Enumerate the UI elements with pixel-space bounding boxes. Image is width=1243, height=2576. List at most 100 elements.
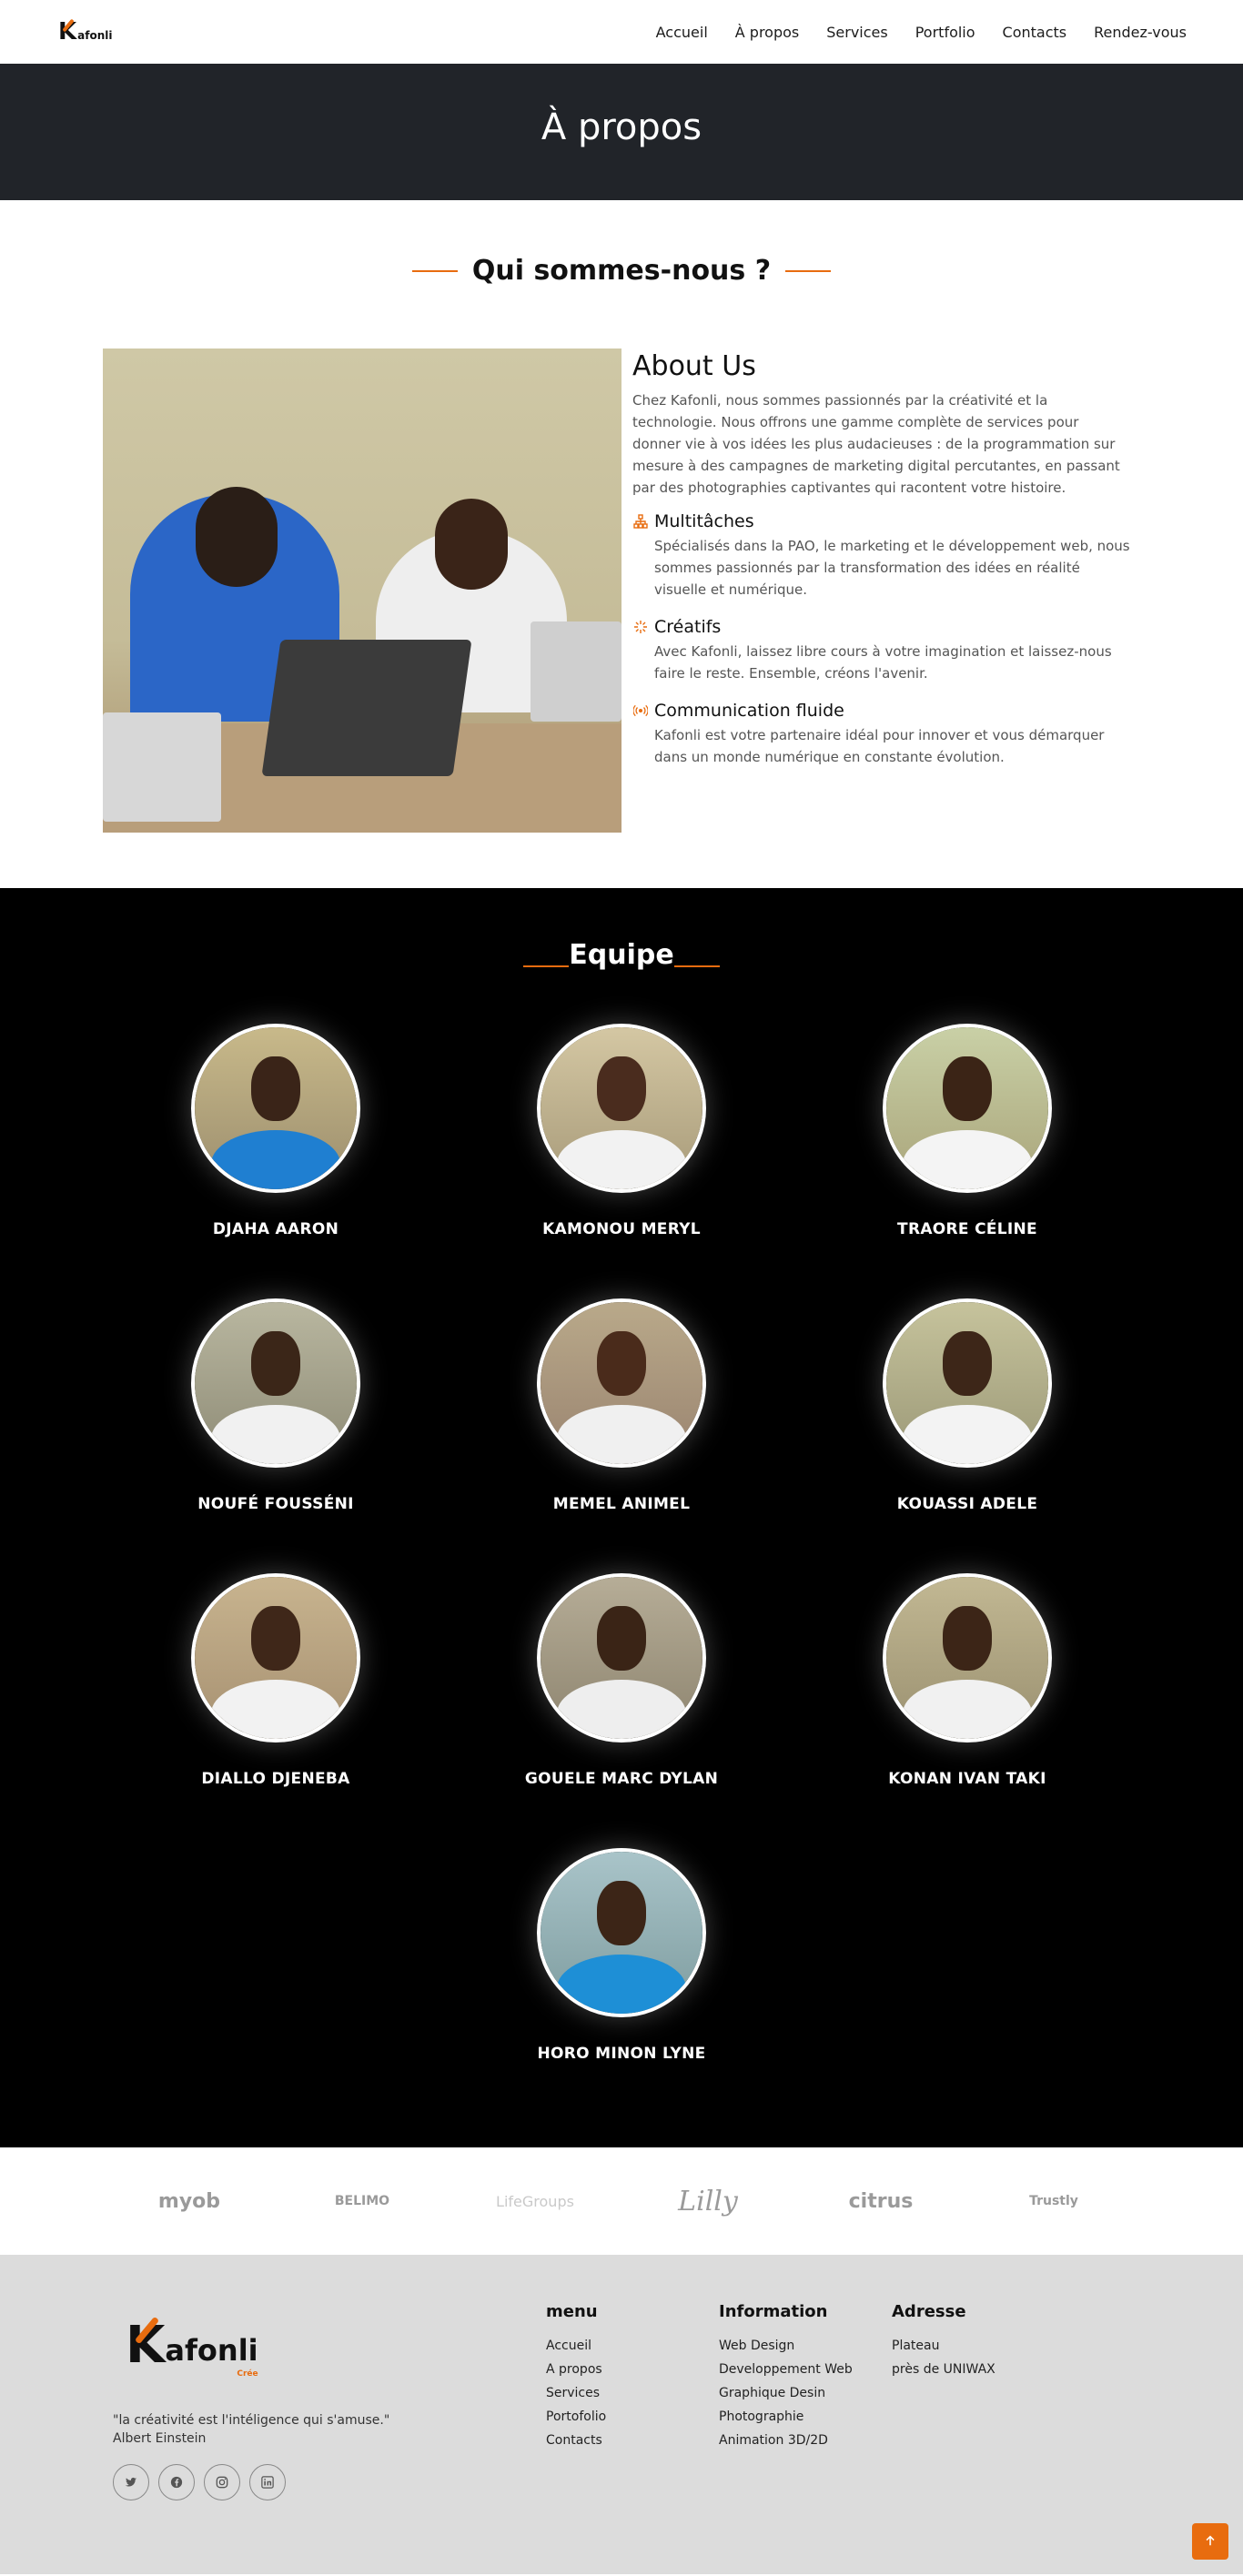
member-photo xyxy=(883,1024,1052,1193)
client-logo-citrus: citrus xyxy=(848,2189,914,2213)
about-section: Qui sommes-nous ? About Us Chez Kafonli,… xyxy=(0,200,1243,888)
back-to-top-button[interactable] xyxy=(1192,2523,1228,2560)
team-section-title: Equipe xyxy=(569,939,674,971)
main-nav: Accueil À propos Services Portfolio Cont… xyxy=(656,24,1187,41)
footer-logo[interactable]: K afonli Crée xyxy=(126,2316,546,2379)
about-photo xyxy=(103,349,622,833)
team-section-heading: Equipe xyxy=(0,939,1243,971)
footer-link-photographie[interactable]: Photographie xyxy=(719,2405,892,2429)
heading-line-left xyxy=(523,965,570,967)
nav-link-contacts[interactable]: Contacts xyxy=(1003,24,1067,41)
team-member-card: MEMEL ANIMEL xyxy=(449,1298,794,1573)
member-name: MEMEL ANIMEL xyxy=(552,1495,691,1513)
client-logo-myob: myob xyxy=(157,2189,221,2213)
footer-menu-title: menu xyxy=(546,2302,598,2321)
page-title: À propos xyxy=(541,106,702,148)
site-footer: K afonli Crée "la créativité est l'intéli… xyxy=(0,2255,1243,2574)
footer-link-accueil[interactable]: Accueil xyxy=(546,2334,719,2358)
footer-logo-letter: K xyxy=(126,2316,166,2375)
quote-text: "la créativité est l'intéligence qui s'a… xyxy=(113,2413,390,2428)
member-photo xyxy=(883,1298,1052,1468)
member-photo xyxy=(191,1298,360,1468)
team-grid: DJAHA AARON KAMONOU MERYL TRAORE CÉLINE … xyxy=(0,1024,1243,2123)
nav-link-a-propos[interactable]: À propos xyxy=(735,24,799,41)
about-section-title: Qui sommes-nous ? xyxy=(471,255,772,287)
page-hero: À propos xyxy=(0,64,1243,200)
member-name: GOUELE MARC DYLAN xyxy=(524,1770,719,1788)
footer-menu-column: menu Accueil A propos Services Portofoli… xyxy=(546,2255,719,2574)
nav-link-portfolio[interactable]: Portfolio xyxy=(915,24,975,41)
about-heading: About Us xyxy=(632,350,756,382)
footer-info-title: Information xyxy=(719,2302,828,2321)
team-member-card: KONAN IVAN TAKI xyxy=(794,1573,1140,1848)
member-photo xyxy=(537,1024,706,1193)
footer-address-column: Adresse Plateau près de UNIWAX xyxy=(892,2255,1065,2574)
member-photo xyxy=(191,1024,360,1193)
instagram-icon[interactable] xyxy=(204,2464,240,2500)
sitemap-icon xyxy=(632,513,649,530)
about-text: About Us Chez Kafonli, nous sommes passi… xyxy=(622,349,1131,833)
footer-link-portfolio[interactable]: Portofolio xyxy=(546,2405,719,2429)
team-member-card: NOUFÉ FOUSSÉNI xyxy=(103,1298,449,1573)
member-photo xyxy=(883,1573,1052,1743)
broadcast-icon xyxy=(632,702,649,719)
member-name: KONAN IVAN TAKI xyxy=(888,1770,1046,1788)
footer-link-animation[interactable]: Animation 3D/2D xyxy=(719,2429,892,2452)
client-logo-trustly: Trustly xyxy=(1029,2194,1078,2208)
footer-link-developpement-web[interactable]: Developpement Web xyxy=(719,2358,892,2381)
logo-text: afonli xyxy=(77,29,113,42)
linkedin-icon[interactable] xyxy=(249,2464,286,2500)
about-content: About Us Chez Kafonli, nous sommes passi… xyxy=(0,349,1243,833)
footer-brand: K afonli Crée "la créativité est l'intéli… xyxy=(113,2255,546,2574)
feature-title: Multitâches xyxy=(654,511,754,531)
heading-line-right xyxy=(785,269,832,272)
site-header: K afonli Accueil À propos Services Portf… xyxy=(0,0,1243,64)
member-name: DJAHA AARON xyxy=(212,1220,339,1238)
sparkle-icon xyxy=(632,619,649,635)
client-logo-lilly: Lilly xyxy=(678,2185,738,2217)
member-name: DIALLO DJENEBA xyxy=(201,1770,350,1788)
social-links xyxy=(113,2464,546,2500)
member-photo xyxy=(537,1848,706,2017)
team-member-card: HORO MINON LYNE xyxy=(449,1848,794,2123)
team-member-card: TRAORE CÉLINE xyxy=(794,1024,1140,1298)
about-lead: Chez Kafonli, nous sommes passionnés par… xyxy=(632,392,1120,496)
feature-title: Créatifs xyxy=(654,617,722,637)
quote-author: Albert Einstein xyxy=(113,2431,207,2446)
heading-line-right xyxy=(673,965,720,967)
logo-letter: K xyxy=(58,18,77,45)
feature-title: Communication fluide xyxy=(654,701,844,721)
feature-item: Communication fluide Kafonli est votre p… xyxy=(632,701,1131,768)
feature-item: Multitâches Spécialisés dans la PAO, le … xyxy=(632,511,1131,601)
feature-text: Kafonli est votre partenaire idéal pour … xyxy=(654,727,1105,765)
nav-link-accueil[interactable]: Accueil xyxy=(656,24,708,41)
nav-link-services[interactable]: Services xyxy=(826,24,887,41)
footer-link-services[interactable]: Services xyxy=(546,2381,719,2405)
site-logo[interactable]: K afonli xyxy=(58,18,113,45)
team-member-card: DJAHA AARON xyxy=(103,1024,449,1298)
twitter-icon[interactable] xyxy=(113,2464,149,2500)
footer-link-a-propos[interactable]: A propos xyxy=(546,2358,719,2381)
arrow-up-icon xyxy=(1204,2532,1217,2551)
footer-address-title: Adresse xyxy=(892,2302,966,2321)
address-line: Plateau xyxy=(892,2339,940,2353)
about-section-heading: Qui sommes-nous ? xyxy=(0,255,1243,287)
footer-link-contacts[interactable]: Contacts xyxy=(546,2429,719,2452)
nav-link-rendez-vous[interactable]: Rendez-vous xyxy=(1094,24,1187,41)
client-logo-lifegroups: LifeGroups xyxy=(496,2192,574,2210)
client-logo-belimo: BELIMO xyxy=(334,2194,390,2208)
footer-link-web-design[interactable]: Web Design xyxy=(719,2334,892,2358)
footer-address: Plateau près de UNIWAX xyxy=(892,2334,1065,2381)
address-line: près de UNIWAX xyxy=(892,2362,995,2377)
facebook-icon[interactable] xyxy=(158,2464,195,2500)
member-photo xyxy=(191,1573,360,1743)
footer-link-graphique[interactable]: Graphique Desin xyxy=(719,2381,892,2405)
clients-strip: myob BELIMO LifeGroups Lilly citrus Trus… xyxy=(0,2147,1243,2255)
team-section: Equipe DJAHA AARON KAMONOU MERYL TRAORE … xyxy=(0,888,1243,2147)
feature-text: Avec Kafonli, laissez libre cours à votr… xyxy=(654,643,1112,682)
feature-text: Spécialisés dans la PAO, le marketing et… xyxy=(654,538,1130,598)
feature-item: Créatifs Avec Kafonli, laissez libre cou… xyxy=(632,617,1131,684)
heading-line-left xyxy=(411,269,458,272)
member-name: TRAORE CÉLINE xyxy=(897,1220,1037,1238)
member-name: KAMONOU MERYL xyxy=(542,1220,701,1238)
